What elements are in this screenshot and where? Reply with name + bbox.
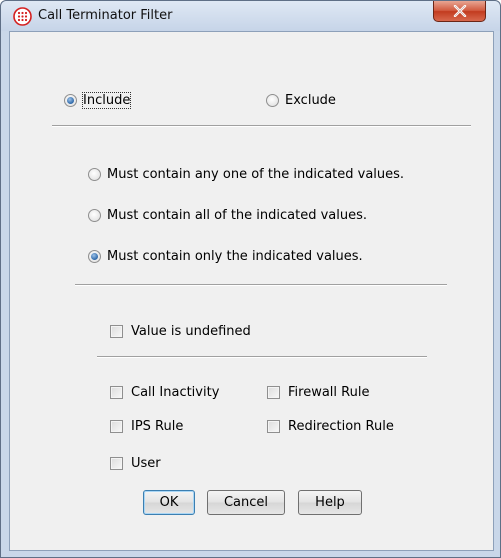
user-option[interactable]: User — [110, 456, 161, 471]
value-undefined-checkbox[interactable] — [110, 325, 123, 338]
ok-button[interactable]: OK — [143, 490, 195, 515]
close-button[interactable] — [433, 1, 486, 22]
firewall-rule-checkbox[interactable] — [267, 386, 280, 399]
match-any-option[interactable]: Must contain any one of the indicated va… — [88, 167, 404, 182]
user-checkbox[interactable] — [110, 457, 123, 470]
help-button[interactable]: Help — [298, 490, 362, 515]
cancel-button[interactable]: Cancel — [207, 490, 285, 515]
include-radio[interactable] — [64, 94, 77, 107]
match-only-option[interactable]: Must contain only the indicated values. — [88, 249, 363, 264]
match-any-label: Must contain any one of the indicated va… — [107, 167, 405, 182]
include-radio-option[interactable]: Include — [64, 92, 132, 109]
value-undefined-label: Value is undefined — [131, 324, 251, 339]
exclude-radio-option[interactable]: Exclude — [266, 93, 336, 108]
call-inactivity-checkbox[interactable] — [110, 386, 123, 399]
match-all-label: Must contain all of the indicated values… — [107, 208, 368, 223]
call-inactivity-label: Call Inactivity — [131, 385, 220, 400]
close-icon — [453, 5, 466, 17]
match-any-radio[interactable] — [88, 168, 101, 181]
redirection-rule-label: Redirection Rule — [288, 419, 394, 434]
user-label: User — [131, 456, 161, 471]
ips-rule-option[interactable]: IPS Rule — [110, 419, 183, 434]
ips-rule-checkbox[interactable] — [110, 420, 123, 433]
firewall-rule-label: Firewall Rule — [288, 385, 370, 400]
separator — [75, 284, 447, 286]
include-label: Include — [81, 92, 132, 109]
ips-rule-label: IPS Rule — [131, 419, 184, 434]
dialog-window: Call Terminator Filter Include Exclude M… — [0, 0, 501, 558]
match-only-label: Must contain only the indicated values. — [107, 249, 363, 264]
exclude-label: Exclude — [285, 93, 336, 108]
value-undefined-option[interactable]: Value is undefined — [110, 324, 251, 339]
call-inactivity-option[interactable]: Call Inactivity — [110, 385, 219, 400]
redirection-rule-checkbox[interactable] — [267, 420, 280, 433]
redirection-rule-option[interactable]: Redirection Rule — [267, 419, 394, 434]
separator — [52, 125, 471, 127]
call-terminator-icon — [13, 7, 32, 26]
dialog-content: Include Exclude Must contain any one of … — [9, 31, 494, 551]
window-title: Call Terminator Filter — [38, 8, 173, 23]
match-all-radio[interactable] — [88, 209, 101, 222]
match-only-radio[interactable] — [88, 250, 101, 263]
separator — [97, 356, 427, 358]
match-all-option[interactable]: Must contain all of the indicated values… — [88, 208, 367, 223]
firewall-rule-option[interactable]: Firewall Rule — [267, 385, 369, 400]
exclude-radio[interactable] — [266, 94, 279, 107]
title-bar[interactable]: Call Terminator Filter — [1, 1, 500, 31]
